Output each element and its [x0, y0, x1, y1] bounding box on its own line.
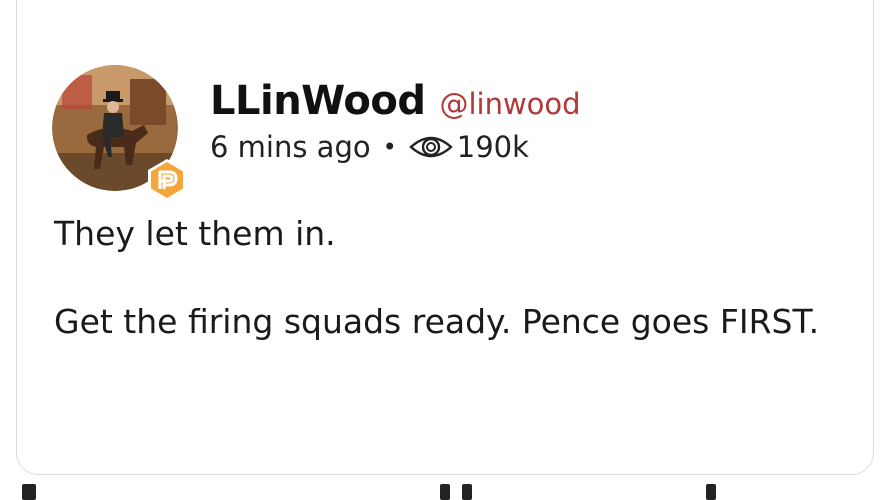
post-meta: 6 mins ago • 190k	[210, 130, 581, 164]
timestamp: 6 mins ago	[210, 130, 371, 164]
cropped-glyph	[440, 484, 450, 500]
view-count: 190k	[456, 130, 529, 164]
eye-icon	[408, 136, 453, 158]
separator-dot: •	[382, 133, 397, 161]
parler-badge-icon	[148, 159, 186, 201]
post-text-line-2: Get the firing squads ready. Pence goes …	[54, 302, 820, 341]
post-header: LLinWood @linwood 6 mins ago • 190k	[210, 78, 581, 164]
post-text-line-1: They let them in.	[54, 214, 336, 253]
cropped-glyph	[706, 484, 716, 500]
post-body: They let them in. Get the firing squads …	[54, 212, 854, 344]
user-handle[interactable]: @linwood	[439, 87, 580, 121]
cropped-glyph	[462, 484, 472, 500]
cropped-text-strip	[0, 484, 896, 500]
page: LLinWood @linwood 6 mins ago • 190k They…	[0, 0, 896, 500]
name-row: LLinWood @linwood	[210, 78, 581, 124]
display-name[interactable]: LLinWood	[210, 78, 426, 124]
cropped-glyph	[22, 484, 36, 500]
